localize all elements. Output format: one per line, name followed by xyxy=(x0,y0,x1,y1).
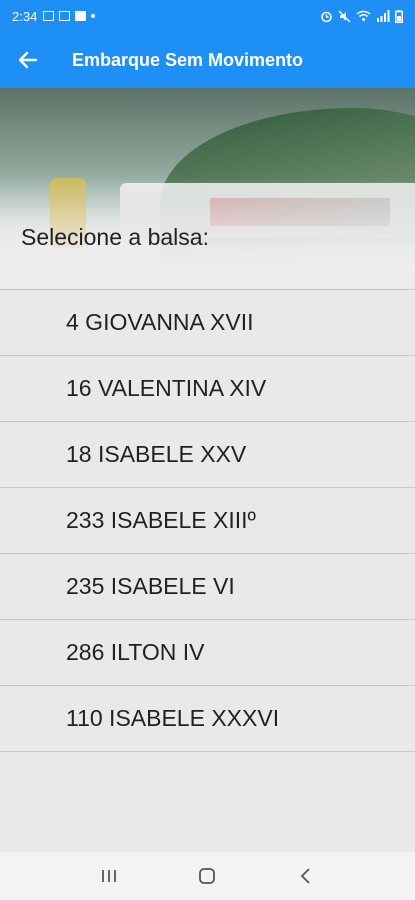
mute-icon xyxy=(338,9,351,23)
list-item[interactable]: 110 ISABELE XXXVI xyxy=(0,686,415,752)
list-item[interactable]: 233 ISABELE XIIIº xyxy=(0,488,415,554)
image-icon xyxy=(43,11,55,21)
ferry-label: 233 ISABELE XIIIº xyxy=(66,507,256,533)
system-nav-bar xyxy=(0,852,415,900)
signal-icon xyxy=(377,10,390,22)
status-time: 2:34 xyxy=(12,8,38,24)
ferry-label: 110 ISABELE XXXVI xyxy=(66,705,280,731)
wifi-icon xyxy=(356,10,371,21)
ferry-label: 286 ILTON IV xyxy=(66,639,205,665)
list-item[interactable]: 16 VALENTINA XIV xyxy=(0,356,415,422)
arrow-left-icon xyxy=(18,51,38,69)
home-icon xyxy=(199,868,216,884)
dot-icon xyxy=(91,14,96,18)
back-button[interactable] xyxy=(0,32,56,88)
ferry-label: 4 GIOVANNA XVII xyxy=(66,309,254,335)
list-item[interactable]: 4 GIOVANNA XVII xyxy=(0,290,415,356)
cast-icon xyxy=(59,11,71,21)
recent-apps-button[interactable] xyxy=(89,856,129,896)
system-back-button[interactable] xyxy=(286,856,326,896)
status-bar: 2:34 xyxy=(0,0,415,32)
alarm-icon xyxy=(321,11,332,22)
home-button[interactable] xyxy=(187,856,227,896)
notification-icons xyxy=(43,11,96,21)
ferry-label: 18 ISABELE XXV xyxy=(66,441,247,467)
list-item[interactable]: 235 ISABELE VI xyxy=(0,554,415,620)
app-bar: Embarque Sem Movimento xyxy=(0,32,415,88)
recent-apps-icon xyxy=(102,870,117,882)
banner-fade xyxy=(0,88,415,288)
facebook-icon xyxy=(75,11,87,21)
battery-icon xyxy=(395,9,403,23)
select-ferry-label: Selecione a balsa: xyxy=(21,224,209,250)
ferry-list: 4 GIOVANNA XVII 16 VALENTINA XIV 18 ISAB… xyxy=(0,289,415,752)
list-item[interactable]: 286 ILTON IV xyxy=(0,620,415,686)
header-banner: Selecione a balsa: xyxy=(0,88,415,288)
ferry-label: 235 ISABELE VI xyxy=(66,573,235,599)
system-icons xyxy=(320,9,403,23)
page-title: Embarque Sem Movimento xyxy=(72,49,304,70)
back-icon xyxy=(300,868,310,884)
list-item[interactable]: 18 ISABELE XXV xyxy=(0,422,415,488)
ferry-label: 16 VALENTINA XIV xyxy=(66,375,267,401)
